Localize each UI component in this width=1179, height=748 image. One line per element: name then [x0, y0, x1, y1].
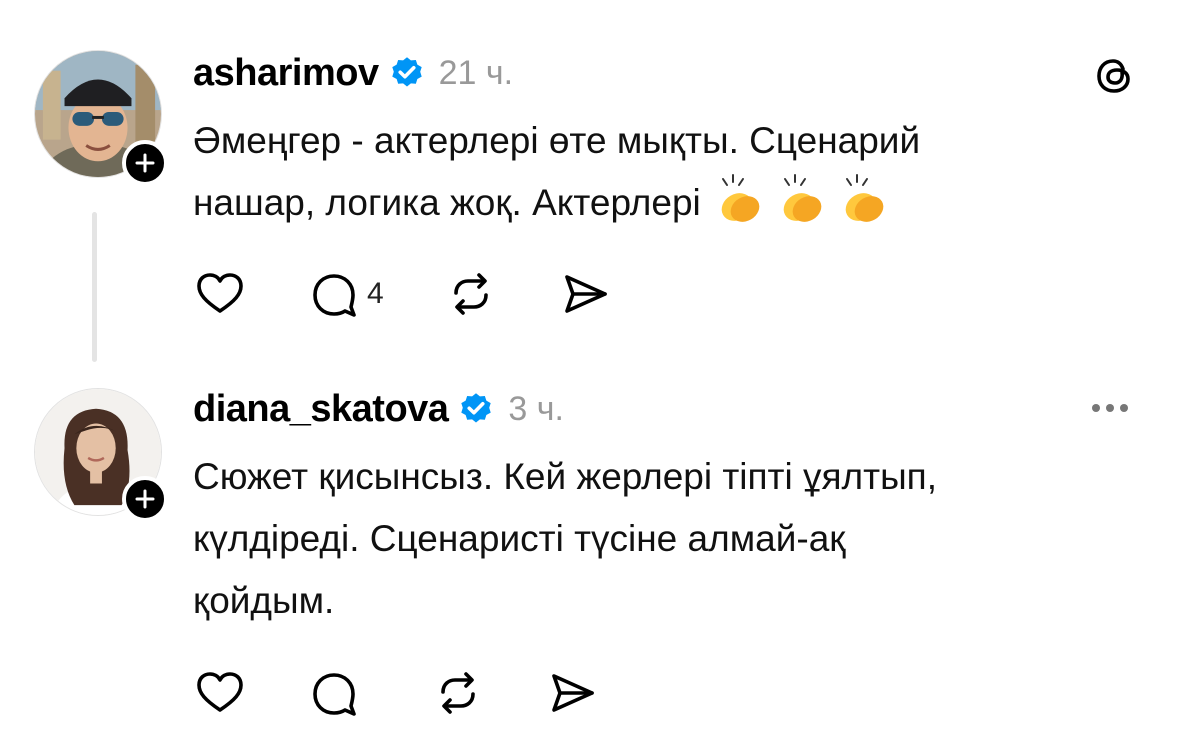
- post-diana_skatova: diana_skatova 3 ч. Сюжет қисынсыз. Кей ж…: [0, 375, 1179, 748]
- repost-button[interactable]: [444, 267, 498, 321]
- heart-icon: [197, 273, 243, 313]
- reply-button[interactable]: 4: [307, 267, 384, 321]
- follow-button[interactable]: [122, 140, 168, 186]
- post-actions: 4: [193, 267, 672, 321]
- verified-badge-icon: [389, 55, 425, 91]
- post-header: diana_skatova 3 ч.: [193, 386, 564, 432]
- clapping-hands-emoji: [835, 173, 891, 225]
- username[interactable]: diana_skatova: [193, 388, 449, 431]
- repost-icon: [453, 273, 488, 315]
- repost-button[interactable]: [431, 666, 485, 720]
- share-button[interactable]: [558, 267, 612, 321]
- post-time: 3 ч.: [508, 389, 564, 428]
- username[interactable]: asharimov: [193, 52, 379, 95]
- post-time: 21 ч.: [438, 53, 514, 92]
- post-text: Сюжет қисынсыз. Кей жерлері тіпті ұялтып…: [193, 446, 1153, 632]
- post-actions: [193, 666, 659, 720]
- threads-logo-icon[interactable]: [1090, 52, 1138, 100]
- follow-button[interactable]: [122, 476, 168, 522]
- verified-badge-icon: [458, 391, 494, 427]
- heart-icon: [197, 672, 243, 712]
- more-horizontal-icon: [1092, 404, 1128, 412]
- more-options-button[interactable]: [1086, 396, 1134, 420]
- repost-icon: [441, 672, 475, 714]
- send-icon: [564, 275, 607, 313]
- clapping-hands-emoji: [773, 173, 829, 225]
- post-header: asharimov 21 ч.: [193, 50, 513, 96]
- plus-icon: [135, 153, 155, 173]
- clapping-hands-emoji: [711, 173, 767, 225]
- share-button[interactable]: [545, 666, 599, 720]
- post-text: Әмеңгер - актерлері өте мықты. Сценарий …: [193, 110, 1153, 234]
- post-text-content: Сюжет қисынсыз. Кей жерлері тіпті ұялтып…: [193, 456, 937, 621]
- comment-bubble-icon: [313, 274, 356, 317]
- thread-connector-line: [92, 212, 97, 362]
- like-button[interactable]: [193, 666, 247, 720]
- comment-bubble-icon: [313, 673, 356, 716]
- plus-icon: [135, 489, 155, 509]
- like-button[interactable]: [193, 267, 247, 321]
- reply-count: 4: [367, 277, 384, 310]
- post-asharimov: asharimov 21 ч. Әмеңгер - актерлері өте …: [0, 0, 1179, 375]
- reply-button[interactable]: [307, 666, 361, 720]
- send-icon: [552, 674, 594, 712]
